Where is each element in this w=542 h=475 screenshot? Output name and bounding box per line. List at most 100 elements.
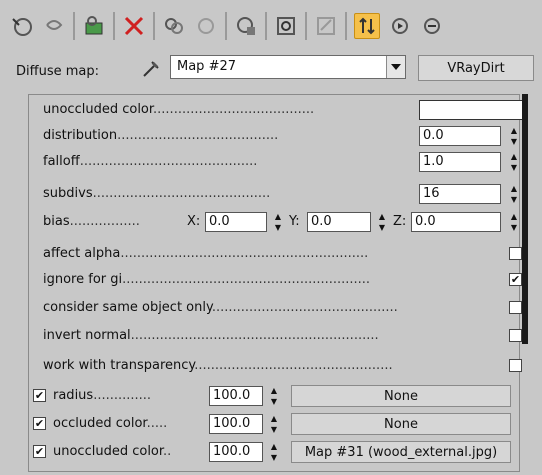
occluded-color-map-button[interactable]: None (291, 413, 511, 435)
param-row-invert-normal: invert normal...........................… (43, 325, 522, 347)
unoccluded-color-multiplier-spinner[interactable]: ▲ ▼ (269, 442, 279, 462)
param-label: bias (43, 214, 70, 229)
param-row-affect-alpha: affect alpha............................… (43, 243, 522, 265)
subdivs-field[interactable]: 16 (419, 184, 501, 204)
ignore-gi-checkbox[interactable]: ✔ (509, 273, 522, 286)
invert-normal-checkbox[interactable] (509, 329, 522, 342)
material-editor-toolbar (6, 4, 536, 48)
param-row-work-transparency: work with transparency..................… (43, 355, 522, 377)
eyedropper-icon[interactable] (140, 58, 162, 80)
diffuse-map-row: Diffuse map: Map #27 VRayDirt (14, 55, 534, 85)
map-name-value: Map #27 (177, 59, 237, 74)
param-label: affect alpha (43, 246, 121, 261)
consider-same-object-checkbox[interactable] (509, 301, 522, 314)
map-slot-occluded-color: ✔ occluded color..... 100.0 ▲ ▼ None (33, 413, 511, 435)
reset-map-icon[interactable] (122, 14, 146, 38)
bias-z-spinner[interactable]: ▲ ▼ (509, 212, 519, 232)
param-label: ignore for gi (43, 272, 123, 287)
bias-z-label: Z: (393, 214, 407, 229)
falloff-spinner[interactable]: ▲ ▼ (509, 152, 519, 172)
toolbar-separator (265, 12, 267, 40)
bias-x-spinner[interactable]: ▲ ▼ (273, 212, 283, 232)
radius-multiplier-spinner[interactable]: ▲ ▼ (269, 386, 279, 406)
chevron-down-icon[interactable] (386, 56, 405, 78)
param-row-distribution: distribution............................… (43, 125, 519, 147)
put-to-library-icon[interactable] (194, 14, 218, 38)
radius-map-checkbox[interactable]: ✔ (33, 389, 46, 402)
show-map-icon[interactable] (274, 14, 298, 38)
dot-leader: ........................................… (211, 300, 398, 315)
dot-leader: ........................................… (130, 328, 379, 343)
dot-leader: ................. (69, 214, 140, 229)
bias-x-field[interactable]: 0.0 (205, 212, 267, 232)
go-to-parent-icon[interactable] (354, 13, 380, 39)
subdivs-spinner[interactable]: ▲ ▼ (509, 184, 519, 204)
map-slot-label: unoccluded color (53, 444, 164, 459)
vraydirt-parameters-panel: unoccluded color........................… (28, 94, 525, 472)
radius-multiplier-field[interactable]: 100.0 (209, 386, 263, 406)
param-label: consider same object only (43, 300, 212, 315)
panel-scrollbar[interactable] (522, 94, 528, 344)
occluded-color-multiplier-field[interactable]: 100.0 (209, 414, 263, 434)
radius-map-button[interactable]: None (291, 385, 511, 407)
param-row-subdivs: subdivs.................................… (43, 183, 519, 205)
param-row-unoccluded-color: unoccluded color........................… (43, 99, 525, 121)
toolbar-separator (73, 12, 75, 40)
param-label: subdivs (43, 186, 93, 201)
put-to-scene-icon[interactable] (42, 14, 66, 38)
bias-y-label: Y: (289, 214, 300, 229)
dot-leader: ....................................... (153, 102, 315, 117)
toolbar-separator (225, 12, 227, 40)
material-id-icon[interactable] (234, 14, 258, 38)
param-row-ignore-gi: ignore for gi...........................… (43, 269, 522, 291)
bias-x-label: X: (187, 214, 201, 229)
param-row-bias: bias................. X: 0.0 ▲ ▼ Y: 0.0 ▲… (43, 211, 519, 233)
param-label: unoccluded color (43, 102, 154, 117)
bias-z-field[interactable]: 0.0 (411, 212, 501, 232)
dot-leader: ........................................… (79, 154, 258, 169)
diffuse-map-label: Diffuse map: (16, 64, 99, 79)
distribution-spinner[interactable]: ▲ ▼ (509, 126, 519, 146)
param-row-falloff: falloff.................................… (43, 151, 519, 173)
assign-to-selection-icon[interactable] (82, 14, 106, 38)
occluded-color-map-checkbox[interactable]: ✔ (33, 417, 46, 430)
unoccluded-color-map-checkbox[interactable]: ✔ (33, 445, 46, 458)
param-label: distribution (43, 128, 118, 143)
dot-leader: ........................................… (122, 272, 371, 287)
dot-leader: .. (163, 444, 172, 459)
unoccluded-color-swatch[interactable] (419, 100, 525, 120)
toolbar-separator (345, 12, 347, 40)
param-label: invert normal (43, 328, 131, 343)
dot-leader: ....................................... (117, 128, 279, 143)
param-row-consider-same: consider same object only...............… (43, 297, 522, 319)
go-forward-icon[interactable] (388, 14, 412, 38)
show-end-result-icon[interactable] (314, 14, 338, 38)
dot-leader: ........................................… (194, 358, 393, 373)
dot-leader: .............. (93, 388, 152, 403)
unoccluded-color-multiplier-field[interactable]: 100.0 (209, 442, 263, 462)
work-with-transparency-checkbox[interactable] (509, 359, 522, 372)
falloff-field[interactable]: 1.0 (419, 152, 501, 172)
toolbar-separator (113, 12, 115, 40)
dot-leader: ........................................… (120, 246, 369, 261)
occluded-color-multiplier-spinner[interactable]: ▲ ▼ (269, 414, 279, 434)
map-name-dropdown[interactable]: Map #27 (170, 55, 406, 79)
dot-leader: ........................................… (92, 186, 271, 201)
map-slot-unoccluded-color: ✔ unoccluded color.. 100.0 ▲ ▼ Map #31 (w… (33, 441, 511, 463)
param-label: work with transparency (43, 358, 195, 373)
map-slot-label: occluded color (53, 416, 147, 431)
toolbar-separator (305, 12, 307, 40)
make-unique-icon[interactable] (162, 14, 186, 38)
distribution-field[interactable]: 0.0 (419, 126, 501, 146)
bias-y-field[interactable]: 0.0 (307, 212, 371, 232)
map-type-button[interactable]: VRayDirt (418, 55, 534, 81)
param-label: falloff (43, 154, 80, 169)
go-sibling-icon[interactable] (420, 14, 444, 38)
affect-alpha-checkbox[interactable] (509, 247, 522, 260)
unoccluded-color-map-button[interactable]: Map #31 (wood_external.jpg) (291, 441, 511, 463)
map-slot-label: radius (53, 388, 94, 403)
dot-leader: ..... (146, 416, 168, 431)
map-slot-radius: ✔ radius.............. 100.0 ▲ ▼ None (33, 385, 511, 407)
bias-y-spinner[interactable]: ▲ ▼ (377, 212, 387, 232)
pick-material-icon[interactable] (10, 14, 34, 38)
